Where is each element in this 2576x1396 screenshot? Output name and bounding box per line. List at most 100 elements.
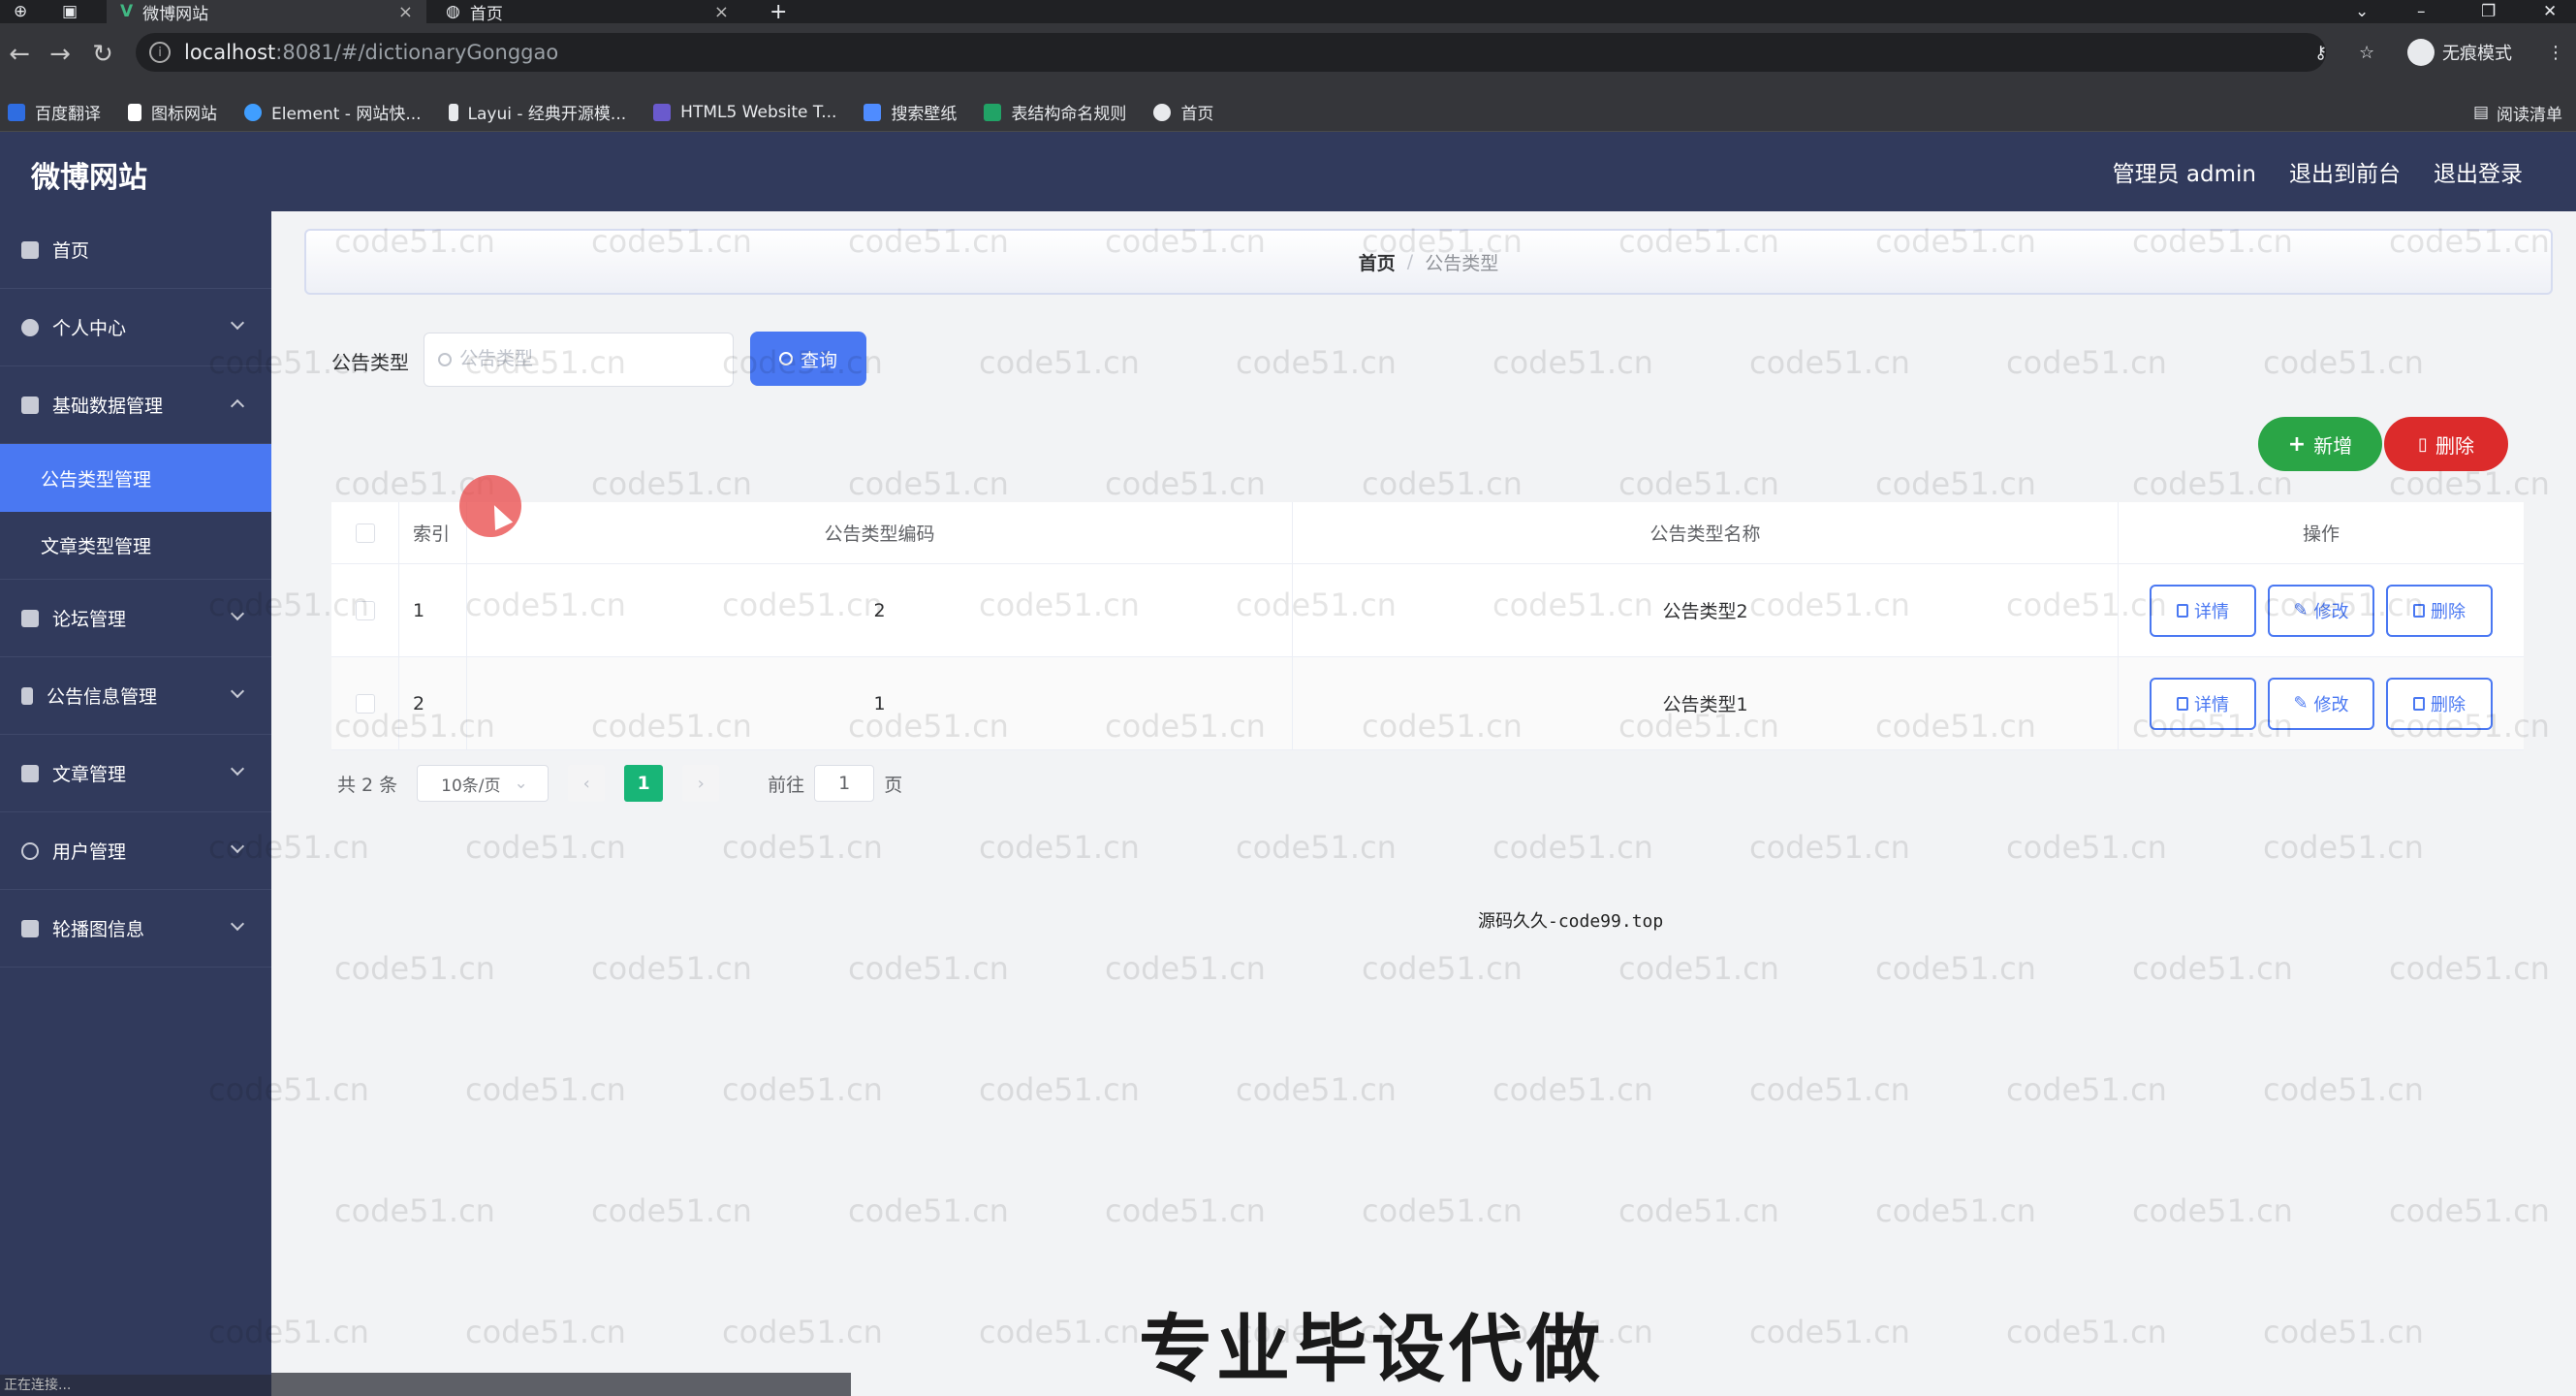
url-bar[interactable]: i localhost:8081/#/dictionaryGonggao (136, 33, 2326, 72)
sidebar-item-notice[interactable]: 公告信息管理 (0, 657, 271, 735)
sidebar-item-label: 基础数据管理 (52, 396, 164, 417)
app-header: 微博网站 管理员 admin 退出到前台 退出登录 (0, 132, 2576, 211)
sidebar-item-label: 公告信息管理 (47, 686, 158, 708)
page-size-select[interactable]: 10条/页 ⌄ (417, 765, 550, 802)
minimize-icon[interactable]: – (2417, 0, 2436, 23)
globe-icon (1153, 103, 1172, 121)
add-button[interactable]: + 新增 (2258, 417, 2382, 471)
bookmark-label: Element - 网站快... (271, 105, 422, 124)
detail-button[interactable]: 详情 (2150, 584, 2256, 637)
breadcrumb-home[interactable]: 首页 (1359, 249, 1396, 275)
key-icon[interactable]: ⚷ (2314, 33, 2327, 72)
table-header-row: 索引 公告类型编码 公告类型名称 操作 (331, 502, 2524, 564)
chevron-down-icon (230, 839, 245, 854)
close-tab-icon[interactable]: × (398, 2, 413, 22)
tab-inactive[interactable]: ◍ 首页 × (432, 0, 742, 24)
search-label: 公告类型 (331, 351, 409, 374)
row-delete-button[interactable]: 删除 (2386, 584, 2493, 637)
sidebar-item-home[interactable]: 首页 (0, 211, 271, 289)
restore-icon[interactable]: ❐ (2481, 0, 2500, 23)
search-input[interactable] (459, 349, 711, 370)
reading-list-label: 阅读清单 (2497, 105, 2562, 125)
bookmark-item[interactable]: Element - 网站快... (244, 100, 422, 124)
row-delete-button[interactable]: 删除 (2386, 677, 2493, 730)
reading-list-icon: ▤ (2472, 103, 2489, 122)
reload-icon[interactable]: ↻ (85, 37, 120, 72)
cell-name: 公告类型2 (1293, 564, 2119, 656)
select-all-checkbox[interactable] (355, 523, 375, 543)
bookmark-item[interactable]: HTML5 Website T... (653, 103, 836, 122)
sidebar-item-forum[interactable]: 论坛管理 (0, 580, 271, 657)
vue-icon: V (120, 2, 134, 21)
exit-to-front-link[interactable]: 退出到前台 (2289, 155, 2401, 188)
page-number-active[interactable]: 1 (624, 765, 664, 802)
tab-active[interactable]: V 微博网站 × (107, 0, 426, 24)
data-icon (21, 396, 39, 414)
logout-link[interactable]: 退出登录 (2434, 155, 2523, 188)
sidebar-item-label: 轮播图信息 (52, 919, 145, 940)
row-checkbox[interactable] (355, 693, 375, 714)
browser-addressbar: ← → ↻ i localhost:8081/#/dictionaryGongg… (0, 23, 2576, 93)
sidebar-item-profile[interactable]: 个人中心 (0, 289, 271, 366)
app-title: 微博网站 (31, 161, 147, 195)
close-tab-icon[interactable]: × (714, 2, 729, 22)
sidebar-item-users[interactable]: 用户管理 (0, 812, 271, 890)
row-delete-label: 删除 (2431, 601, 2466, 622)
home-icon (21, 240, 39, 259)
tab-list-icon[interactable]: ⌄ (2355, 0, 2374, 23)
cell-index: 1 (399, 564, 467, 656)
bookmark-label: 百度翻译 (35, 105, 101, 124)
browser-menu-icon[interactable]: ⊕ (14, 0, 33, 23)
goto-page-input[interactable]: 1 (814, 765, 875, 802)
add-button-label: 新增 (2313, 433, 2353, 458)
sidebar-item-basic-data[interactable]: 基础数据管理 (0, 366, 271, 444)
cell-name: 公告类型1 (1293, 657, 2119, 749)
bookmark-item[interactable]: 表结构命名规则 (984, 100, 1126, 124)
kebab-menu-icon[interactable]: ⋮ (2547, 33, 2564, 72)
sidebar-subitem-notice-type[interactable]: 公告类型管理 (0, 444, 271, 512)
next-page-button[interactable]: › (682, 765, 720, 802)
pagination: 共 2 条 10条/页 ⌄ ‹ 1 › 前往 1 页 (337, 764, 902, 803)
prev-page-button[interactable]: ‹ (568, 765, 606, 802)
chevron-down-icon: ⌄ (514, 774, 528, 793)
edit-button[interactable]: ✎ 修改 (2268, 677, 2374, 730)
edit-button[interactable]: ✎ 修改 (2268, 584, 2374, 637)
back-icon[interactable]: ← (2, 37, 37, 72)
star-icon[interactable]: ☆ (2359, 33, 2374, 72)
new-tab-button[interactable]: + (770, 0, 789, 24)
info-icon[interactable]: i (149, 42, 171, 63)
sidebar-item-label: 用户管理 (52, 841, 127, 863)
bookmark-item[interactable]: 首页 (1153, 100, 1213, 124)
tab-search-icon[interactable]: ▣ (62, 0, 81, 23)
bookmark-item[interactable]: 图标网站 (128, 100, 217, 124)
bookmark-item[interactable]: 百度翻译 (8, 100, 101, 124)
row-checkbox[interactable] (355, 600, 375, 620)
sidebar-subitem-article-type[interactable]: 文章类型管理 (0, 512, 271, 580)
chevron-up-icon (230, 398, 245, 414)
sidebar-item-carousel[interactable]: 轮播图信息 (0, 890, 271, 968)
query-button-label: 查询 (800, 349, 837, 371)
bookmark-label: 图标网站 (151, 105, 217, 124)
bookmark-item[interactable]: Layui - 经典开源模... (448, 100, 627, 124)
bookmark-label: Layui - 经典开源模... (467, 105, 627, 124)
forum-icon (21, 609, 39, 627)
detail-button[interactable]: 详情 (2150, 677, 2256, 730)
overlay-source-text: 源码久久-code99.top (1478, 911, 1664, 932)
wallpaper-icon (864, 103, 882, 121)
tab-label: 首页 (469, 4, 503, 24)
sidebar-item-article[interactable]: 文章管理 (0, 735, 271, 812)
bookmark-item[interactable]: 搜索壁纸 (864, 100, 957, 124)
batch-delete-button[interactable]: ▯ 删除 (2384, 417, 2508, 471)
incognito-badge[interactable]: 无痕模式 (2407, 33, 2512, 72)
search-input-wrapper[interactable] (424, 333, 734, 387)
document-icon (2177, 603, 2188, 618)
bookmark-label: 表结构命名规则 (1011, 105, 1127, 124)
query-button[interactable]: 查询 (750, 332, 866, 386)
element-icon (244, 103, 262, 121)
forward-icon[interactable]: → (43, 37, 78, 72)
breadcrumb-separator: / (1406, 251, 1414, 272)
close-window-icon[interactable]: ✕ (2543, 0, 2562, 23)
reading-list[interactable]: ▤ 阅读清单 (2473, 93, 2562, 132)
chevron-down-icon (230, 315, 245, 331)
horizontal-scrollbar[interactable] (271, 1373, 851, 1396)
